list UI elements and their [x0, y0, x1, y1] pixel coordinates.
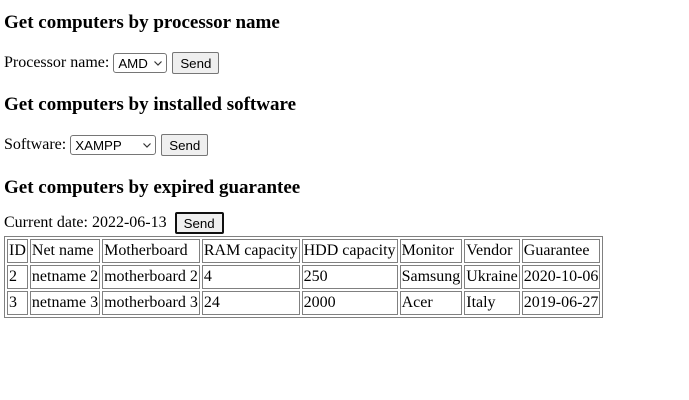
column-header-hdd-capacity: HDD capacity: [301, 239, 398, 263]
cell-ram-capacity: 24: [201, 291, 300, 315]
cell-net-name: netname 3: [29, 291, 101, 315]
column-header-guarantee: Guarantee: [521, 239, 601, 263]
cell-id: 3: [7, 291, 28, 315]
cell-ram-capacity: 4: [201, 265, 300, 289]
column-header-id: ID: [7, 239, 28, 263]
processor-form: Processor name: AMD Send: [4, 50, 685, 76]
processor-send-button[interactable]: Send: [172, 52, 220, 74]
guarantee-form: Current date: 2022-06-13 Send: [4, 210, 685, 236]
cell-motherboard: motherboard 3: [102, 291, 200, 315]
page: Get computers by processor name Processo…: [0, 0, 689, 318]
column-header-monitor: Monitor: [399, 239, 463, 263]
cell-vendor: Ukraine: [464, 265, 520, 289]
cell-monitor: Samsung: [399, 265, 463, 289]
column-header-vendor: Vendor: [464, 239, 520, 263]
processor-select[interactable]: AMD: [113, 53, 168, 73]
software-label: Software:: [4, 136, 67, 153]
table-header-row: ID Net name Motherboard RAM capacity HDD…: [7, 239, 601, 263]
cell-monitor: Acer: [399, 291, 463, 315]
table-row: 2 netname 2 motherboard 2 4 250 Samsung …: [7, 265, 601, 289]
results-table: ID Net name Motherboard RAM capacity HDD…: [4, 236, 604, 318]
table-row: 3 netname 3 motherboard 3 24 2000 Acer I…: [7, 291, 601, 315]
processor-label: Processor name:: [4, 54, 110, 71]
cell-guarantee: 2019-06-27: [521, 291, 601, 315]
cell-hdd-capacity: 2000: [301, 291, 398, 315]
column-header-net-name: Net name: [29, 239, 101, 263]
cell-id: 2: [7, 265, 28, 289]
processor-select-value: AMD: [118, 55, 148, 71]
software-select-value: XAMPP: [75, 137, 122, 153]
software-select[interactable]: XAMPP: [70, 135, 157, 155]
column-header-ram-capacity: RAM capacity: [201, 239, 300, 263]
current-date-label: Current date: 2022-06-13: [4, 214, 167, 231]
chevron-down-icon: [143, 143, 152, 148]
column-header-motherboard: Motherboard: [102, 239, 200, 263]
cell-hdd-capacity: 250: [301, 265, 398, 289]
guarantee-section-title: Get computers by expired guarantee: [4, 177, 301, 198]
cell-guarantee: 2020-10-06: [521, 265, 601, 289]
processor-section-title: Get computers by processor name: [4, 12, 280, 33]
cell-net-name: netname 2: [29, 265, 101, 289]
software-form: Software: XAMPP Send: [4, 132, 685, 158]
guarantee-send-button[interactable]: Send: [174, 212, 224, 234]
software-section-title: Get computers by installed software: [4, 94, 297, 115]
chevron-down-icon: [154, 61, 163, 66]
cell-vendor: Italy: [464, 291, 520, 315]
cell-motherboard: motherboard 2: [102, 265, 200, 289]
software-send-button[interactable]: Send: [161, 134, 209, 156]
